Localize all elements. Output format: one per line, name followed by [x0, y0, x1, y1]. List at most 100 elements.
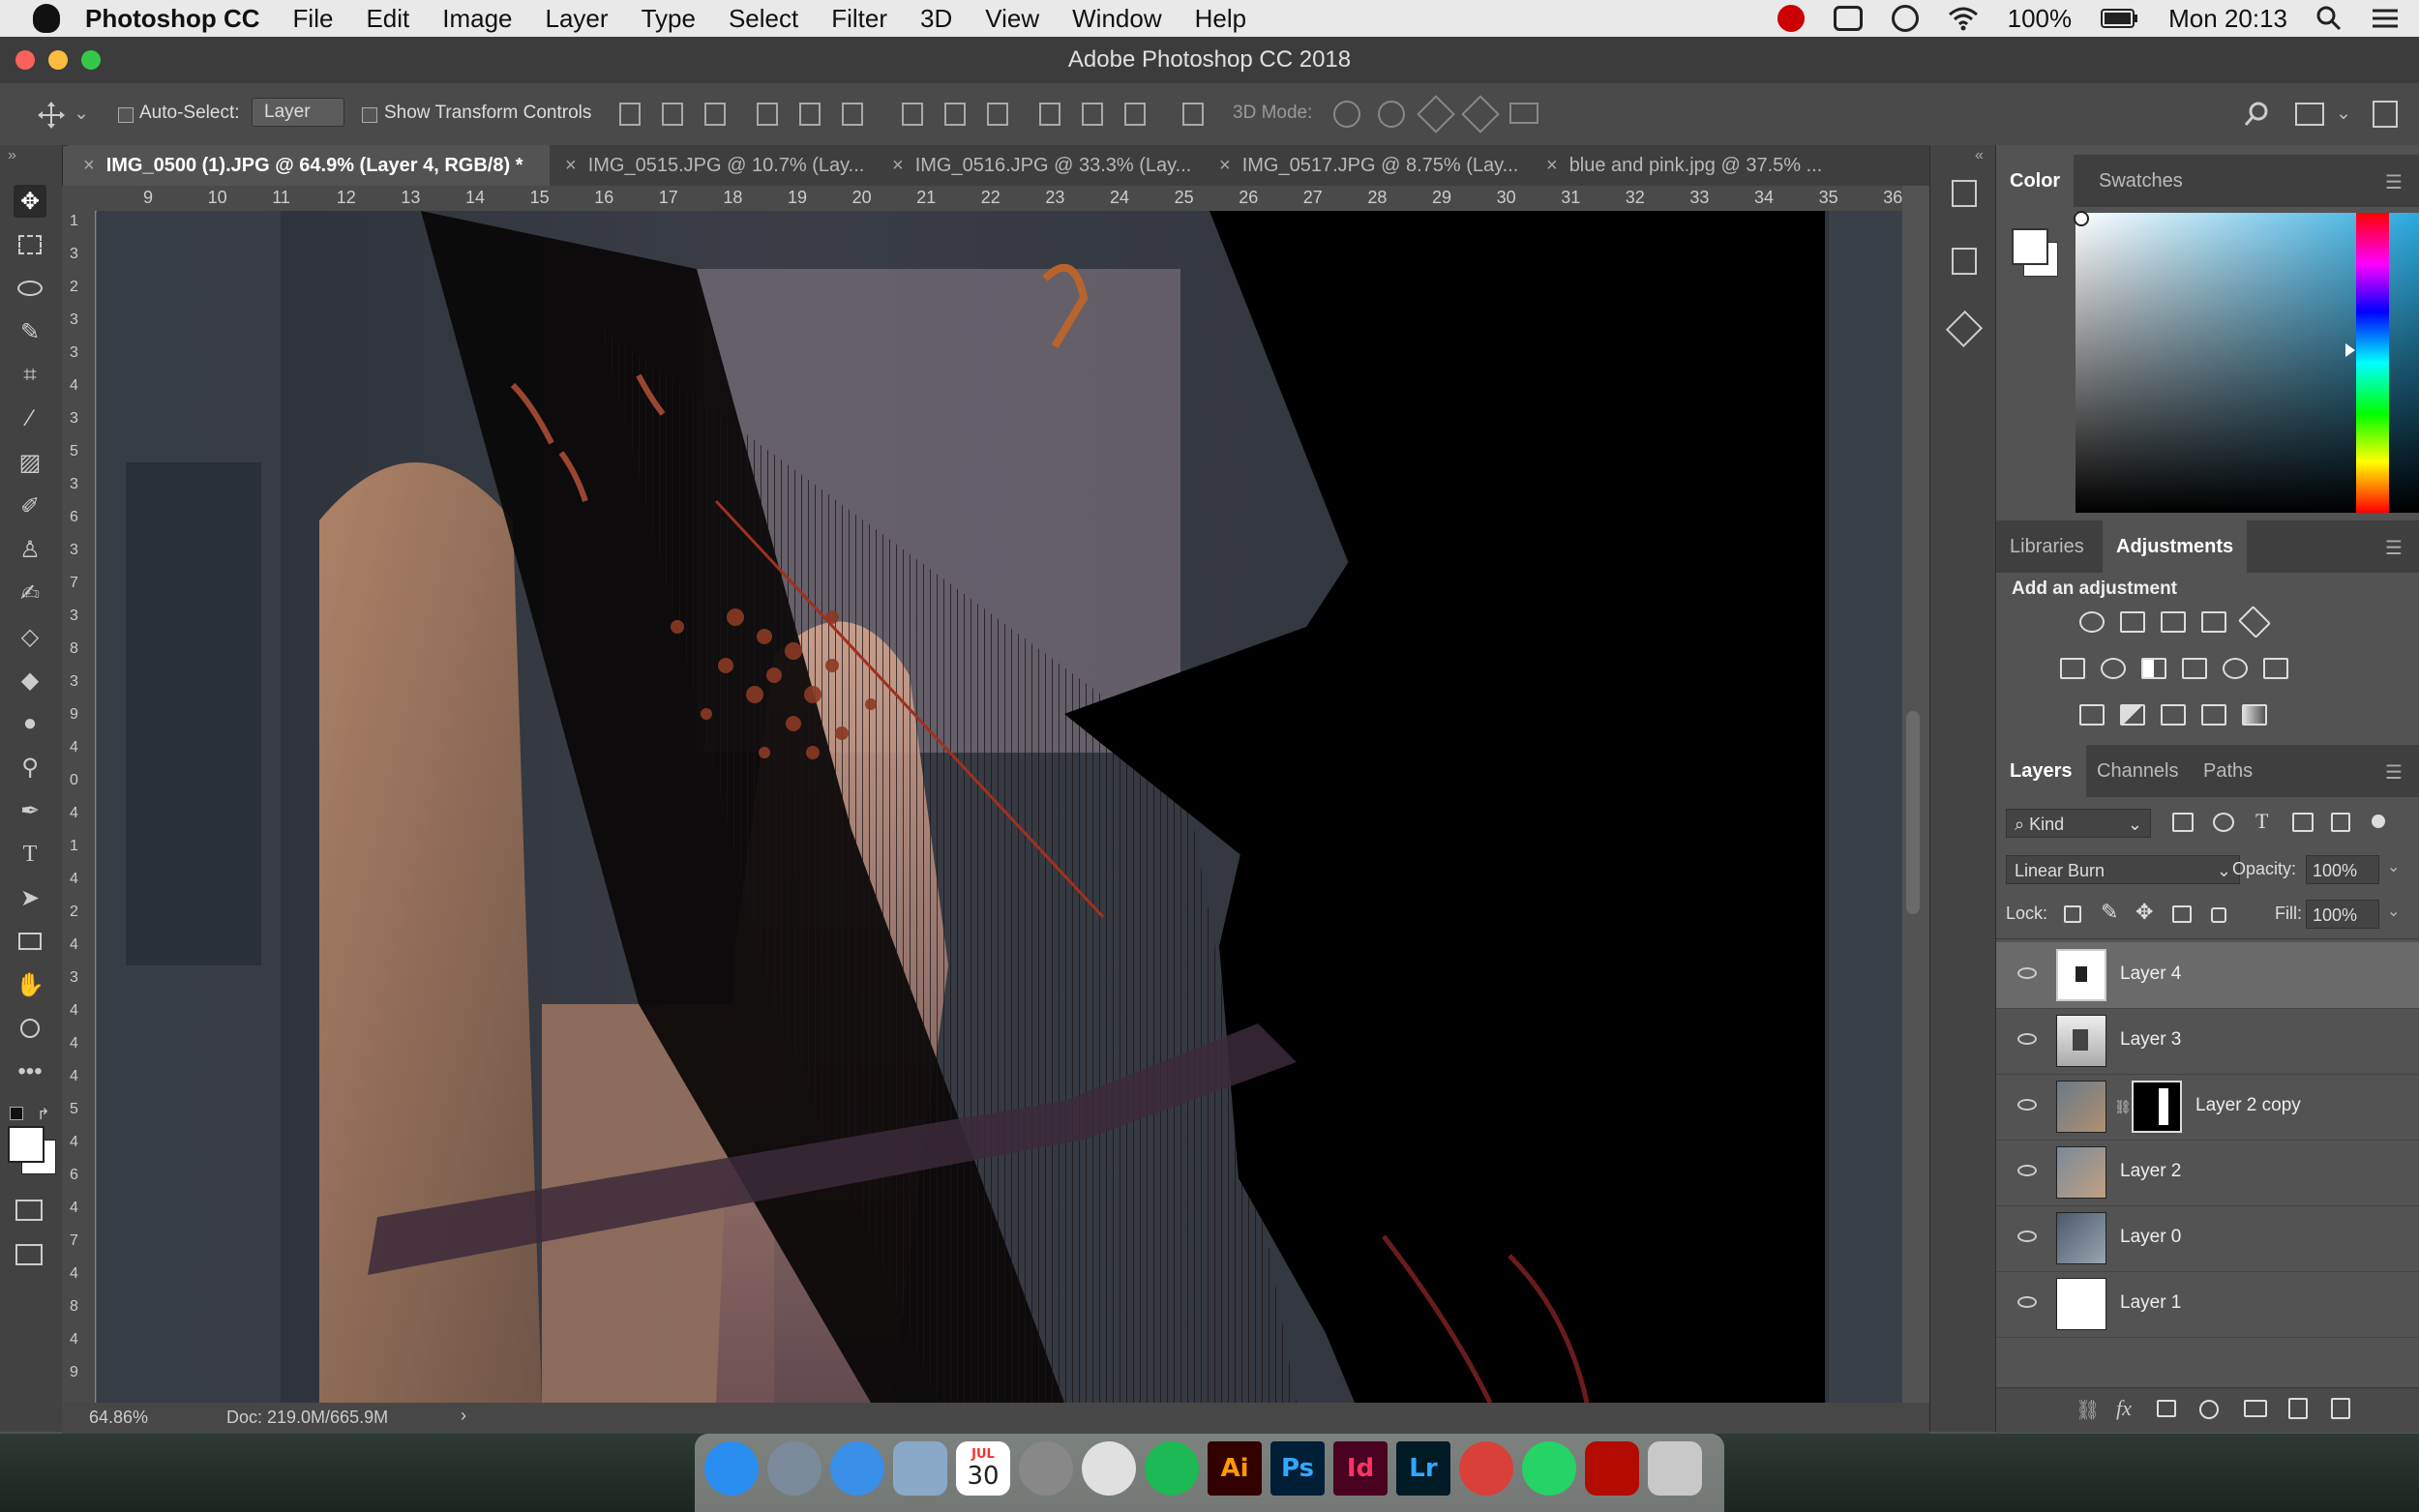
- history-panel-icon[interactable]: [1952, 180, 1977, 207]
- panel-menu-icon[interactable]: ☰: [2385, 760, 2403, 785]
- acrobat-icon[interactable]: [1585, 1441, 1639, 1496]
- menu-filter[interactable]: Filter: [831, 4, 887, 34]
- exposure-icon[interactable]: [2201, 611, 2226, 633]
- filter-adjustment-icon[interactable]: [2213, 813, 2234, 832]
- layer-row-layer-1[interactable]: Layer 1: [1996, 1271, 2419, 1338]
- 3d-drag-icon[interactable]: [1417, 95, 1455, 133]
- tab-adjustments[interactable]: Adjustments: [2103, 520, 2248, 573]
- move-tool-icon[interactable]: ✥: [14, 185, 46, 218]
- quick-selection-tool-icon[interactable]: ✎: [14, 315, 46, 348]
- layer-row-layer-2[interactable]: Layer 2: [1996, 1140, 2419, 1206]
- red-app-icon[interactable]: [1459, 1441, 1513, 1496]
- wifi-icon[interactable]: [1948, 6, 1979, 31]
- layer-row-layer-0[interactable]: Layer 0: [1996, 1205, 2419, 1272]
- battery-icon[interactable]: [2101, 8, 2139, 29]
- 3d-panel-icon[interactable]: [1945, 310, 1984, 348]
- distribute-bottom-icon[interactable]: [987, 103, 1008, 126]
- dodge-tool-icon[interactable]: ⚲: [14, 751, 46, 784]
- marquee-tool-icon[interactable]: [14, 228, 46, 261]
- share-icon[interactable]: [2373, 101, 2398, 128]
- preview-icon[interactable]: [893, 1441, 947, 1496]
- lock-artboard-icon[interactable]: [2172, 905, 2192, 923]
- align-left-icon[interactable]: [757, 103, 778, 126]
- app-menu[interactable]: Photoshop CC: [85, 4, 260, 34]
- clock[interactable]: Mon 20:13: [2168, 4, 2287, 34]
- tab-color[interactable]: Color: [1996, 155, 2075, 207]
- screen-mode-icon[interactable]: [15, 1244, 43, 1265]
- eyedropper-tool-icon[interactable]: ⁄: [14, 402, 46, 435]
- distribute-top-icon[interactable]: [902, 103, 923, 126]
- distribute-right-icon[interactable]: [1124, 103, 1146, 126]
- auto-align-icon[interactable]: [1182, 103, 1204, 126]
- more-tools-icon[interactable]: •••: [14, 1055, 46, 1088]
- chrome-icon[interactable]: [1082, 1441, 1136, 1496]
- opacity-input[interactable]: 100%: [2306, 855, 2379, 884]
- posterize-icon[interactable]: [2120, 704, 2145, 726]
- vibrance-icon[interactable]: [2238, 606, 2271, 638]
- notification-center-icon[interactable]: [2371, 7, 2400, 30]
- creative-cloud-icon[interactable]: [1777, 5, 1805, 32]
- color-lookup-icon[interactable]: [2263, 658, 2288, 679]
- align-vcenter-icon[interactable]: [662, 103, 683, 126]
- tab-channels[interactable]: Channels: [2083, 745, 2193, 797]
- filter-shape-icon[interactable]: [2292, 813, 2314, 832]
- 3d-rotate-icon[interactable]: [1333, 101, 1360, 128]
- calendar-icon[interactable]: JUL 30: [956, 1441, 1010, 1496]
- align-bottom-icon[interactable]: [704, 103, 726, 126]
- quick-mask-icon[interactable]: [15, 1200, 43, 1221]
- rectangle-tool-icon[interactable]: [14, 925, 46, 958]
- workspace-icon[interactable]: [2295, 103, 2324, 126]
- menu-window[interactable]: Window: [1072, 4, 1161, 34]
- menu-view[interactable]: View: [985, 4, 1039, 34]
- lock-pixels-icon[interactable]: ✎: [2101, 900, 2118, 925]
- close-tab-icon[interactable]: ×: [1546, 155, 1558, 176]
- safari-icon[interactable]: [830, 1441, 884, 1496]
- visibility-eye-icon[interactable]: [2017, 1230, 2037, 1242]
- lock-all-icon[interactable]: [2211, 907, 2226, 923]
- tab-img-0517[interactable]: × IMG_0517.JPG @ 8.75% (Lay...: [1204, 145, 1531, 186]
- gradient-map-icon[interactable]: [2242, 704, 2267, 726]
- tab-paths[interactable]: Paths: [2190, 745, 2266, 797]
- photoshop-icon[interactable]: Ps: [1270, 1441, 1325, 1496]
- opacity-dropdown-icon[interactable]: ⌄: [2387, 857, 2400, 876]
- visibility-eye-icon[interactable]: [2017, 967, 2037, 979]
- menu-edit[interactable]: Edit: [366, 4, 409, 34]
- filter-type-icon[interactable]: T: [2255, 809, 2268, 834]
- whatsapp-icon[interactable]: [1522, 1441, 1576, 1496]
- 3d-roll-icon[interactable]: [1378, 101, 1405, 128]
- tab-layers[interactable]: Layers: [1996, 745, 2086, 797]
- crop-tool-icon[interactable]: ⌗: [14, 359, 46, 392]
- show-transform-checkbox[interactable]: [362, 107, 377, 123]
- levels-icon[interactable]: [2120, 611, 2145, 633]
- close-tab-icon[interactable]: ×: [565, 155, 577, 176]
- tab-img-0500[interactable]: × IMG_0500 (1).JPG @ 64.9% (Layer 4, RGB/…: [68, 145, 550, 186]
- visibility-eye-icon[interactable]: [2017, 1165, 2037, 1176]
- layer-name[interactable]: Layer 3: [2120, 1029, 2181, 1051]
- history-brush-tool-icon[interactable]: ✍: [14, 577, 46, 609]
- curves-icon[interactable]: [2161, 611, 2186, 633]
- tab-img-0516[interactable]: × IMG_0516.JPG @ 33.3% (Lay...: [877, 145, 1204, 186]
- vertical-scrollbar[interactable]: [1906, 711, 1920, 914]
- layer-name[interactable]: Layer 0: [2120, 1227, 2181, 1248]
- color-balance-icon[interactable]: [2101, 658, 2126, 679]
- spotlight-icon[interactable]: [2316, 6, 2342, 31]
- hue-saturation-icon[interactable]: [2060, 658, 2085, 679]
- swap-colors-icon[interactable]: ↱: [37, 1105, 49, 1124]
- brightness-contrast-icon[interactable]: [2079, 611, 2105, 633]
- distribute-vcenter-icon[interactable]: [944, 103, 966, 126]
- lasso-tool-icon[interactable]: [14, 272, 46, 305]
- eraser-tool-icon[interactable]: ◇: [14, 620, 46, 653]
- properties-panel-icon[interactable]: [1952, 248, 1977, 275]
- auto-select-checkbox[interactable]: [118, 107, 134, 123]
- menu-help[interactable]: Help: [1195, 4, 1246, 34]
- distribute-left-icon[interactable]: [1039, 103, 1060, 126]
- spotify-icon[interactable]: [1145, 1441, 1199, 1496]
- layer-row-layer-2-copy[interactable]: ⛓ Layer 2 copy: [1996, 1074, 2419, 1141]
- layer-name[interactable]: Layer 2: [2120, 1161, 2181, 1182]
- invert-icon[interactable]: [2079, 704, 2105, 726]
- photo-filter-icon[interactable]: [2182, 658, 2207, 679]
- new-layer-icon[interactable]: [2288, 1398, 2308, 1419]
- hand-tool-icon[interactable]: ✋: [14, 968, 46, 1001]
- search-icon[interactable]: [2243, 101, 2270, 128]
- selective-color-icon[interactable]: [2201, 704, 2226, 726]
